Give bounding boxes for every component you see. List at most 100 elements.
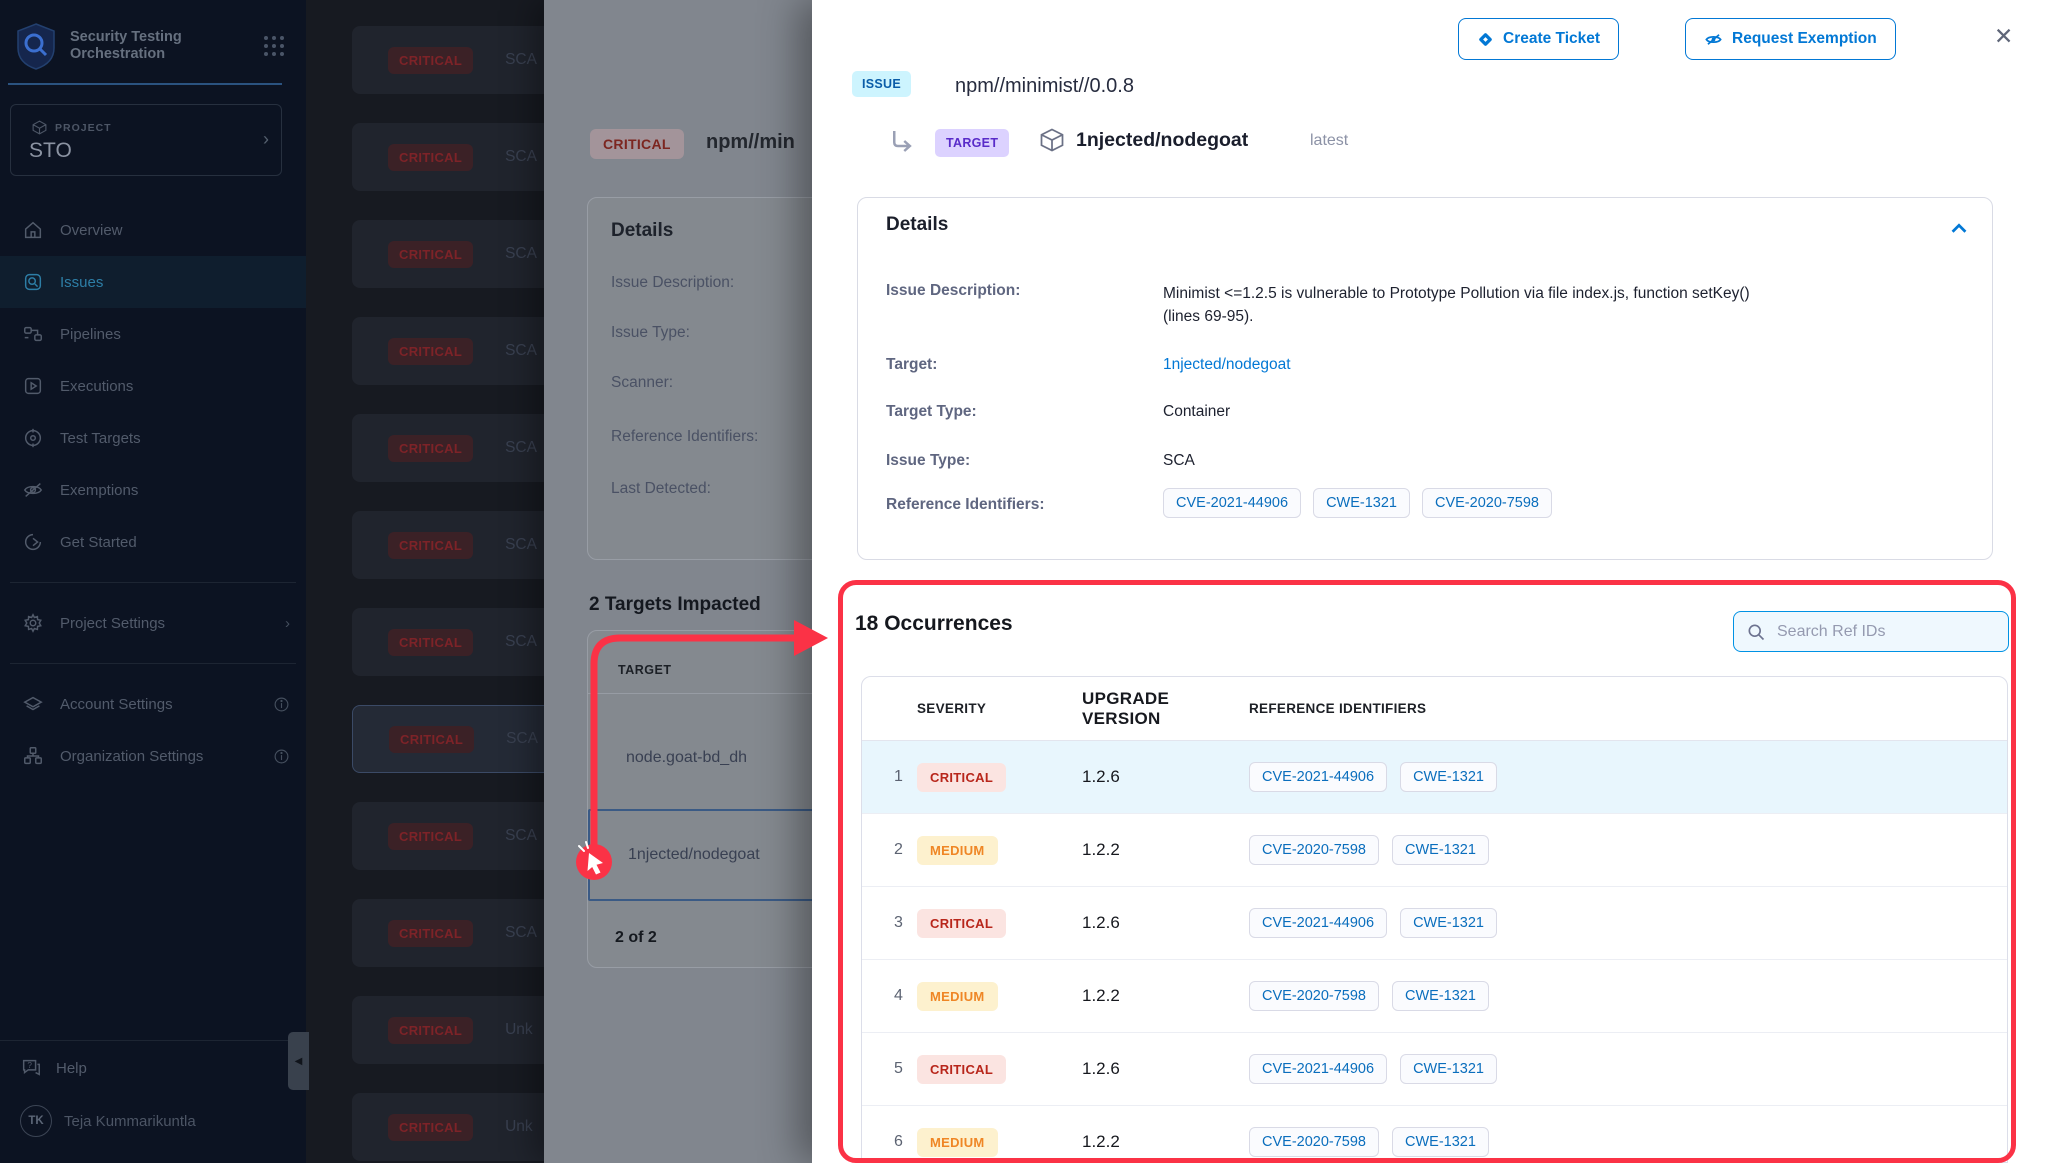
sidebar-item-account-settings[interactable]: Account Settings	[0, 678, 306, 730]
project-name: STO	[29, 139, 72, 163]
sidebar-item-project-settings[interactable]: Project Settings ›	[0, 597, 306, 649]
ref-chip[interactable]: CVE-2020-7598	[1249, 1127, 1379, 1157]
target-column-header: TARGET	[618, 663, 671, 677]
severity-badge: CRITICAL	[388, 823, 473, 850]
severity-badge: CRITICAL	[917, 909, 1006, 938]
ref-chip[interactable]: CWE-1321	[1392, 1127, 1489, 1157]
ref-chip[interactable]: CWE-1321	[1313, 488, 1410, 518]
cube-icon	[31, 119, 48, 136]
eye-off-icon	[22, 479, 44, 501]
executions-icon	[22, 375, 44, 397]
eye-off-icon	[1704, 30, 1723, 49]
occurrence-row[interactable]: 2 MEDIUM 1.2.2 CVE-2020-7598CWE-1321	[862, 814, 2007, 887]
chevron-up-icon[interactable]	[1948, 218, 1970, 240]
occurrence-row[interactable]: 1 CRITICAL 1.2.6 CVE-2021-44906CWE-1321	[862, 741, 2007, 814]
chevron-right-icon: ›	[285, 615, 290, 632]
sidebar-item-pipelines[interactable]: Pipelines	[0, 308, 306, 360]
ref-chip[interactable]: CWE-1321	[1392, 981, 1489, 1011]
sidebar-collapse-handle[interactable]: ◀	[288, 1032, 309, 1090]
severity-badge: MEDIUM	[917, 836, 998, 865]
search-input[interactable]	[1775, 622, 1975, 642]
occurrence-row[interactable]: 4 MEDIUM 1.2.2 CVE-2020-7598CWE-1321	[862, 960, 2007, 1033]
collapse-icon: ◀	[295, 1056, 303, 1067]
target-name: 1njected/nodegoat	[1076, 129, 1248, 152]
severity-badge: CRITICAL	[388, 1017, 473, 1044]
ref-chip[interactable]: CVE-2021-44906	[1163, 488, 1301, 518]
sidebar-item-overview[interactable]: Overview	[0, 204, 306, 256]
ref-chip[interactable]: CVE-2021-44906	[1249, 908, 1387, 938]
sidebar-item-organization-settings[interactable]: Organization Settings	[0, 730, 306, 782]
create-ticket-button[interactable]: Create Ticket	[1458, 18, 1619, 60]
issue-badge: ISSUE	[852, 71, 911, 97]
sidebar: Security Testing Orchestration PROJECT S…	[0, 0, 306, 1163]
info-icon	[273, 748, 290, 765]
severity-badge: CRITICAL	[388, 920, 473, 947]
occurrence-row[interactable]: 6 MEDIUM 1.2.2 CVE-2020-7598CWE-1321	[862, 1106, 2007, 1163]
sidebar-divider	[8, 83, 282, 85]
target-row-selected[interactable]: 1njected/nodegoat	[588, 809, 812, 901]
severity-badge: CRITICAL	[388, 1114, 473, 1141]
occurrences-title: 18 Occurrences	[855, 612, 1013, 636]
help-button[interactable]: ? Help	[0, 1040, 306, 1095]
search-icon	[1746, 622, 1766, 642]
return-arrow-icon	[888, 126, 918, 156]
occurrence-row[interactable]: 3 CRITICAL 1.2.6 CVE-2021-44906CWE-1321	[862, 887, 2007, 960]
project-selector[interactable]: PROJECT STO ›	[10, 104, 282, 176]
container-cube-icon	[1038, 126, 1066, 154]
ref-chip[interactable]: CVE-2021-44906	[1249, 1054, 1387, 1084]
details-card: Details Issue Description: Minimist <=1.…	[857, 197, 1993, 560]
reference-chips: CVE-2021-44906 CWE-1321 CVE-2020-7598	[1163, 488, 1552, 518]
divider	[588, 693, 812, 694]
severity-badge: CRITICAL	[388, 144, 473, 171]
home-icon	[22, 219, 44, 241]
ref-chip[interactable]: CVE-2020-7598	[1422, 488, 1552, 518]
svg-text:?: ?	[27, 1061, 32, 1070]
help-chat-icon: ?	[20, 1057, 42, 1079]
issues-icon	[22, 271, 44, 293]
sidebar-item-executions[interactable]: Executions	[0, 360, 306, 412]
chevron-right-icon[interactable]: ›	[263, 129, 269, 150]
ref-chip[interactable]: CWE-1321	[1392, 835, 1489, 865]
ref-chip[interactable]: CWE-1321	[1400, 762, 1497, 792]
ref-chip[interactable]: CVE-2021-44906	[1249, 762, 1387, 792]
nav-divider	[10, 663, 296, 664]
project-label: PROJECT	[31, 119, 112, 136]
module-grid-icon[interactable]	[262, 34, 286, 58]
sidebar-item-exemptions[interactable]: Exemptions	[0, 464, 306, 516]
nav-divider	[10, 582, 296, 583]
target-badge: TARGET	[935, 129, 1009, 157]
severity-badge: CRITICAL	[388, 241, 473, 268]
user-menu[interactable]: TK Teja Kummarikuntla	[0, 1095, 306, 1163]
details-title: Details	[886, 214, 948, 236]
target-row[interactable]: node.goat-bd_dh	[626, 749, 747, 767]
targets-table: TARGET node.goat-bd_dh 1njected/nodegoat…	[587, 630, 812, 968]
sidebar-nav: Overview Issues Pipelines Executions Tes…	[0, 204, 306, 782]
close-icon[interactable]: ✕	[1988, 22, 2019, 51]
target-icon	[22, 427, 44, 449]
table-header: SEVERITY UPGRADE VERSION REFERENCE IDENT…	[862, 677, 2007, 741]
sto-logo-icon	[14, 22, 58, 70]
app-canvas: Security Testing Orchestration PROJECT S…	[0, 0, 2048, 1163]
severity-badge: CRITICAL	[388, 47, 473, 74]
ticket-diamond-icon	[1477, 31, 1494, 48]
pipelines-icon	[22, 323, 44, 345]
sidebar-item-test-targets[interactable]: Test Targets	[0, 412, 306, 464]
ref-chip[interactable]: CVE-2020-7598	[1249, 981, 1379, 1011]
info-icon	[273, 696, 290, 713]
sidebar-item-get-started[interactable]: Get Started	[0, 516, 306, 568]
severity-badge: CRITICAL	[389, 726, 474, 753]
get-started-icon	[22, 531, 44, 553]
search-box[interactable]	[1733, 611, 2009, 652]
ref-chip[interactable]: CVE-2020-7598	[1249, 835, 1379, 865]
ref-chip[interactable]: CWE-1321	[1400, 908, 1497, 938]
severity-badge: CRITICAL	[388, 435, 473, 462]
ref-chip[interactable]: CWE-1321	[1400, 1054, 1497, 1084]
sidebar-item-issues[interactable]: Issues	[0, 256, 306, 308]
request-exemption-button[interactable]: Request Exemption	[1685, 18, 1896, 60]
issue-description: Minimist <=1.2.5 is vulnerable to Protot…	[1163, 282, 1773, 329]
details-card-dimmed: Details Issue Description: Issue Type: S…	[587, 197, 812, 560]
occurrence-row[interactable]: 5 CRITICAL 1.2.6 CVE-2021-44906CWE-1321	[862, 1033, 2007, 1106]
issue-preview-panel: CRITICAL npm//min Details Issue Descript…	[544, 0, 812, 1163]
target-link[interactable]: 1njected/nodegoat	[1163, 356, 1291, 374]
avatar: TK	[20, 1105, 52, 1137]
